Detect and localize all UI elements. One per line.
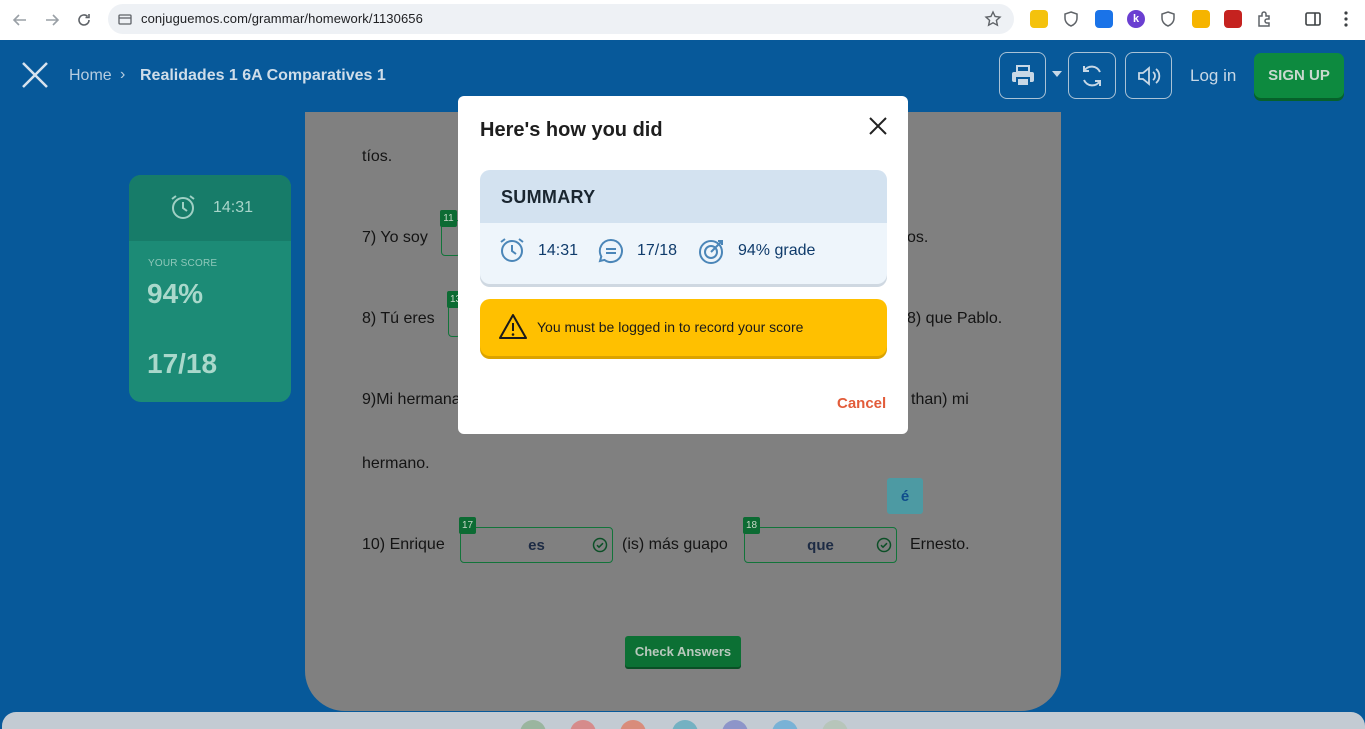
answer-value: que	[807, 537, 834, 554]
login-link[interactable]: Log in	[1190, 66, 1236, 86]
modal-title: Here's how you did	[480, 119, 663, 141]
accent-e-button[interactable]: é	[887, 478, 923, 514]
refresh-icon	[1083, 65, 1101, 86]
question-10-end: Ernesto.	[910, 536, 970, 553]
warning-triangle-icon	[498, 313, 528, 341]
target-icon	[698, 237, 726, 265]
printer-icon	[1011, 64, 1034, 87]
breadcrumb-separator: ›	[120, 66, 126, 83]
chat-bubble-icon	[597, 237, 625, 265]
summary-title: SUMMARY	[501, 187, 596, 207]
timer-value: 14:31	[213, 199, 254, 216]
dock-app-icon[interactable]	[672, 720, 698, 729]
check-answers-button[interactable]: Check Answers	[625, 636, 741, 667]
forward-arrow-icon[interactable]	[40, 8, 64, 32]
question-9-end: than) mi	[911, 391, 969, 408]
answer-value: es	[528, 537, 545, 554]
extension-smiley-icon[interactable]	[1192, 10, 1210, 28]
reload-icon[interactable]	[72, 8, 96, 32]
extension-k-icon[interactable]: k	[1127, 10, 1145, 28]
extension-shield-icon[interactable]	[1062, 10, 1080, 28]
warning-text: You must be logged in to record your sco…	[537, 319, 804, 335]
question-7-end: os.	[907, 229, 929, 246]
correct-check-icon	[592, 537, 608, 553]
question-8-end: 8) que Pablo.	[907, 310, 1003, 327]
score-percent: 94%	[147, 278, 204, 309]
browser-toolbar: conjuguemos.com/grammar/homework/1130656…	[0, 0, 1365, 40]
url-text: conjuguemos.com/grammar/homework/1130656	[141, 11, 423, 26]
extension-globe-icon[interactable]	[1095, 10, 1113, 28]
page-title: Realidades 1 6A Comparatives 1	[140, 67, 386, 84]
address-bar[interactable]: conjuguemos.com/grammar/homework/1130656	[108, 4, 1014, 34]
breadcrumb-home[interactable]: Home	[69, 67, 112, 85]
timer-row: 14:31	[129, 175, 291, 241]
back-arrow-icon[interactable]	[8, 8, 32, 32]
side-panel-icon[interactable]	[1304, 10, 1322, 28]
dock-app-icon[interactable]	[722, 720, 748, 729]
correct-check-icon	[876, 537, 892, 553]
audio-button[interactable]	[1125, 52, 1172, 99]
results-modal: Here's how you did SUMMARY 14:31 17/18 9…	[458, 96, 908, 434]
score-count: 17/18	[147, 348, 218, 379]
extension-notes-icon[interactable]	[1030, 10, 1048, 28]
alarm-clock-icon	[169, 193, 197, 221]
browser-menu-icon[interactable]	[1338, 10, 1354, 28]
login-warning: You must be logged in to record your sco…	[480, 299, 887, 356]
signup-button[interactable]: SIGN UP	[1254, 53, 1344, 98]
answer-number: 11	[440, 210, 457, 227]
question-10: 10) Enrique	[362, 536, 445, 553]
close-activity-icon[interactable]	[19, 59, 51, 91]
alarm-clock-icon	[498, 236, 526, 264]
answer-number: 17	[459, 517, 477, 534]
speaker-icon	[1137, 65, 1160, 86]
print-button[interactable]	[999, 52, 1046, 99]
summary-panel: SUMMARY 14:31 17/18 94% grade	[480, 170, 887, 284]
question-9: 9)Mi hermana	[362, 391, 461, 408]
answer-box-17[interactable]: 17 es	[459, 517, 613, 563]
restart-button[interactable]	[1068, 52, 1116, 99]
extension-shield-2-icon[interactable]	[1159, 10, 1177, 28]
question-8: 8) Tú eres	[362, 310, 435, 327]
site-info-icon[interactable]	[118, 12, 132, 26]
bottom-dock	[2, 712, 1365, 729]
answer-box-18[interactable]: 18 que	[743, 517, 897, 563]
summary-time: 14:31	[538, 242, 579, 259]
bookmark-star-icon[interactable]	[984, 10, 1002, 28]
score-label: YOUR SCORE	[148, 258, 218, 269]
extensions-puzzle-icon[interactable]	[1256, 10, 1274, 28]
question-9-continued: hermano.	[362, 455, 430, 472]
dock-app-icon[interactable]	[620, 720, 646, 729]
summary-grade: 94% grade	[738, 242, 816, 259]
score-card: 14:31 YOUR SCORE 94% 17/18	[129, 175, 291, 402]
question-7: 7) Yo soy	[362, 229, 428, 246]
dock-app-icon[interactable]	[822, 720, 848, 729]
answer-number: 18	[743, 517, 761, 534]
sentence-fragment: tíos.	[362, 148, 393, 165]
dock-app-icon[interactable]	[570, 720, 596, 729]
close-icon[interactable]	[866, 114, 890, 138]
summary-header: SUMMARY	[480, 170, 887, 223]
cancel-button[interactable]: Cancel	[837, 395, 886, 412]
dock-app-icon[interactable]	[520, 720, 546, 729]
question-10-middle: (is) más guapo	[622, 536, 728, 553]
extension-vm-icon[interactable]	[1224, 10, 1242, 28]
dock-app-icon[interactable]	[772, 720, 798, 729]
print-dropdown-caret-icon[interactable]	[1052, 71, 1062, 77]
summary-count: 17/18	[637, 242, 678, 259]
